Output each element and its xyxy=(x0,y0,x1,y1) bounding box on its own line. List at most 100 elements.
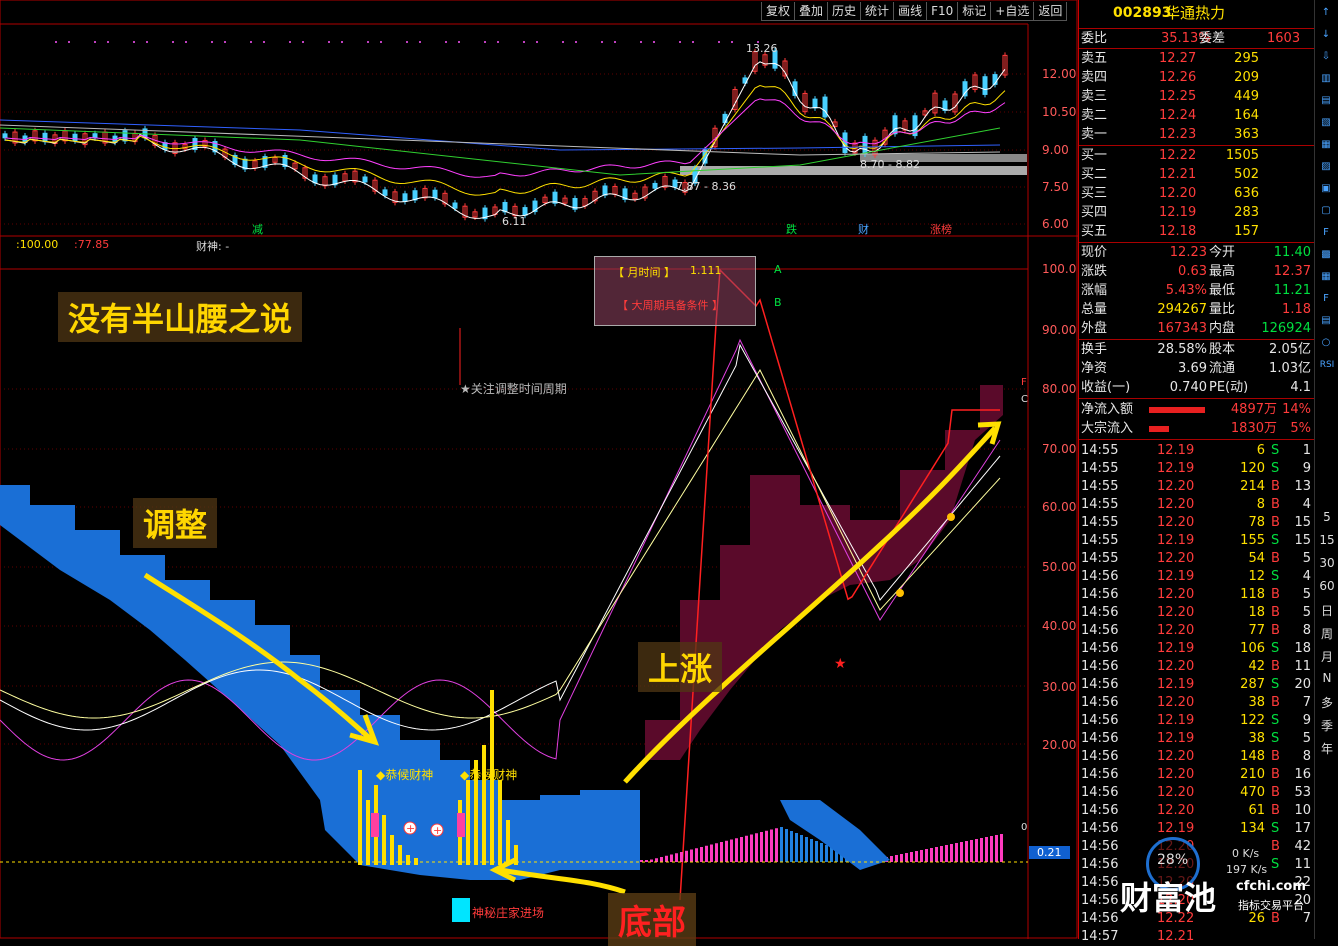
purple-rise-band xyxy=(645,385,1003,760)
ind-axis-30: 30.00 xyxy=(1042,680,1077,694)
chart-area[interactable]: ★ + + 复权 叠加 历史 统计 画线 F10 标记 +自选 返回 没有半山腰之说 调整 上涨 底… xyxy=(0,0,1078,946)
logo-slogan: 指标交易平台 xyxy=(1238,899,1304,912)
macd-bar xyxy=(895,855,898,862)
sidebar-tool-icon[interactable]: ↓ xyxy=(1318,28,1334,42)
tick-time: 14:56 xyxy=(1081,659,1119,674)
period-button[interactable]: 月 xyxy=(1317,648,1337,665)
macd-bar xyxy=(710,844,713,862)
toolbar-button-8[interactable]: 返回 xyxy=(1033,2,1068,21)
period-button[interactable]: N xyxy=(1317,671,1337,685)
marker-dot xyxy=(289,41,291,43)
candle-body xyxy=(722,113,728,124)
flow-value: 4897万 xyxy=(1230,402,1277,417)
toolbar-button-3[interactable]: 统计 xyxy=(860,2,895,21)
toolbar-button-7[interactable]: +自选 xyxy=(990,2,1035,21)
period-button[interactable]: 5 xyxy=(1317,510,1337,524)
tick-side: B xyxy=(1271,497,1280,512)
period-button[interactable]: 60 xyxy=(1317,579,1337,593)
quote-panel: 002893 华通热力 委比 35.13% 委差 1603 卖五 12.27 295… xyxy=(1078,0,1315,944)
sidebar-tool-icon[interactable]: ▦ xyxy=(1318,138,1334,152)
toolbar-button-6[interactable]: 标记 xyxy=(957,2,992,21)
ind-axis-20: 20.00 xyxy=(1042,738,1077,752)
tick-volume: 122 xyxy=(1240,713,1265,728)
quote-stat-row: 总量 294267 量比 1.18 xyxy=(1079,300,1315,319)
marker-dot xyxy=(94,41,96,43)
macd-bar xyxy=(685,850,688,862)
period-button[interactable]: 15 xyxy=(1317,533,1337,547)
stat-value-1: 167343 xyxy=(1157,321,1207,336)
sidebar-tool-icon[interactable]: ▤ xyxy=(1318,314,1334,328)
tick-count: 5 xyxy=(1302,587,1311,602)
sell-level-price: 12.26 xyxy=(1159,70,1197,85)
period-button[interactable]: 多 xyxy=(1317,694,1337,711)
tick-side: B xyxy=(1271,623,1280,638)
tick-count: 42 xyxy=(1294,839,1311,854)
tick-count: 5 xyxy=(1302,551,1311,566)
stat2-label-2: 流通 xyxy=(1209,361,1236,376)
event-mark-reduce[interactable]: 减 xyxy=(252,221,263,237)
period-button[interactable]: 周 xyxy=(1317,625,1337,642)
macd-bar xyxy=(785,829,788,862)
toolbar-button-4[interactable]: 画线 xyxy=(893,2,928,21)
tick-price: 12.20 xyxy=(1157,785,1195,800)
sidebar-tool-icon[interactable]: ▧ xyxy=(1318,116,1334,130)
stock-code: 002893 xyxy=(1113,5,1172,21)
caishen-icon xyxy=(457,813,465,837)
toolbar-button-2[interactable]: 历史 xyxy=(827,2,862,21)
event-mark-fall[interactable]: 跌 xyxy=(786,221,797,237)
quote-stat2-row: 收益(一) 0.740 PE(动) 4.1 xyxy=(1079,378,1315,397)
plus-marker: + xyxy=(406,822,415,835)
event-mark-finance[interactable]: 财 xyxy=(858,221,869,237)
sidebar-tool-icon[interactable]: ○ xyxy=(1318,336,1334,350)
buy-level-volume: 502 xyxy=(1234,167,1259,182)
legend-b-label: B xyxy=(774,296,782,309)
tick-time: 14:56 xyxy=(1081,623,1119,638)
sidebar-tool-icon[interactable]: F xyxy=(1318,226,1334,240)
sidebar-tool-icon[interactable]: ▣ xyxy=(1318,182,1334,196)
marker-dot xyxy=(211,41,213,43)
sidebar-tool-icon[interactable]: ▨ xyxy=(1318,160,1334,174)
macd-bar xyxy=(690,849,693,862)
macd-bar xyxy=(945,845,948,862)
stock-title-row: 002893 华通热力 xyxy=(1079,4,1315,26)
tick-count: 53 xyxy=(1294,785,1311,800)
tick-count: 8 xyxy=(1302,749,1311,764)
sidebar-tool-icon[interactable]: ▩ xyxy=(1318,248,1334,262)
rsi-button[interactable]: RSI xyxy=(1317,360,1337,370)
tick-price: 12.20 xyxy=(1157,515,1195,530)
tick-side: S xyxy=(1271,443,1280,458)
candle-body xyxy=(432,189,438,199)
ind-axis-80: 80.00 xyxy=(1042,382,1077,396)
sidebar-tool-icon[interactable]: ▢ xyxy=(1318,204,1334,218)
period-button[interactable]: 年 xyxy=(1317,740,1337,757)
tick-time: 14:56 xyxy=(1081,677,1119,692)
toolbar-button-0[interactable]: 复权 xyxy=(761,2,796,21)
tick-side: B xyxy=(1271,785,1280,800)
sidebar-tool-icon[interactable]: ⇩ xyxy=(1318,50,1334,64)
period-button[interactable]: 日 xyxy=(1317,602,1337,619)
buy-level-label: 买四 xyxy=(1081,205,1108,220)
buy-level-label: 买一 xyxy=(1081,148,1108,163)
stat2-label-1: 净资 xyxy=(1081,361,1108,376)
macd-bar xyxy=(910,852,913,862)
sidebar-tool-icon[interactable]: ▦ xyxy=(1318,270,1334,284)
toolbar-button-1[interactable]: 叠加 xyxy=(794,2,829,21)
sidebar-tool-icon[interactable]: F xyxy=(1318,292,1334,306)
macd-bar xyxy=(725,840,728,862)
sidebar-tool-icon[interactable]: ▤ xyxy=(1318,94,1334,108)
sidebar-tool-icon[interactable]: ▥ xyxy=(1318,72,1334,86)
tick-row: 14:56 12.20 61 B 10 xyxy=(1079,801,1315,820)
tick-side: B xyxy=(1271,515,1280,530)
tick-count: 20 xyxy=(1294,677,1311,692)
sidebar-tool-icon[interactable]: ↑ xyxy=(1318,6,1334,20)
stat2-label-2: PE(动) xyxy=(1209,380,1249,395)
buy-level-label: 买二 xyxy=(1081,167,1108,182)
flow-pct: 5% xyxy=(1290,421,1311,436)
period-button[interactable]: 季 xyxy=(1317,717,1337,734)
event-mark-rank[interactable]: 涨榜 xyxy=(930,221,952,237)
toolbar-button-5[interactable]: F10 xyxy=(926,2,959,21)
chart-canvas[interactable]: ★ + + xyxy=(0,0,1078,939)
marker-dot xyxy=(653,41,655,43)
tick-count: 7 xyxy=(1302,695,1311,710)
period-button[interactable]: 30 xyxy=(1317,556,1337,570)
